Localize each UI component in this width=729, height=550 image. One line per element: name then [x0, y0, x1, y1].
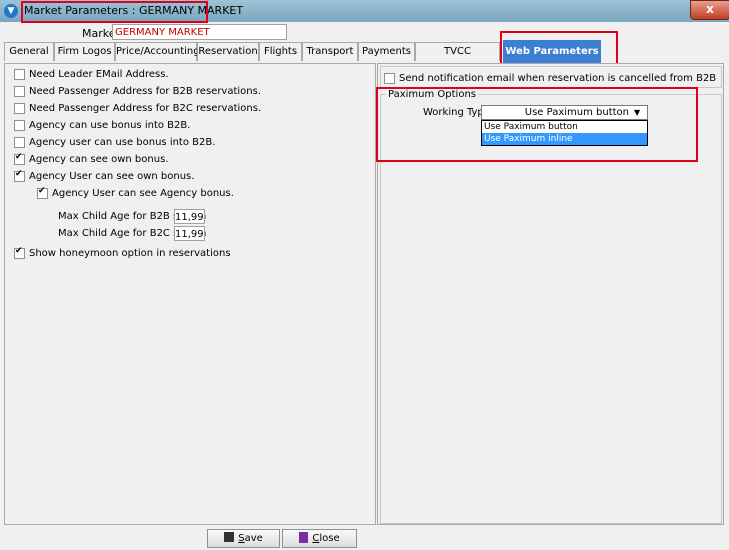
- close-label: lose: [319, 533, 340, 544]
- tab-strip: General Firm Logos Price/Accounting Rese…: [4, 40, 724, 75]
- option-notify-cancel-b2b[interactable]: Send notification email when reservation…: [384, 71, 716, 85]
- checkbox[interactable]: [14, 102, 25, 114]
- option-label: Agency user can use bonus into B2B.: [29, 136, 216, 148]
- checkbox[interactable]: [14, 136, 25, 148]
- close-door-icon: [299, 532, 309, 543]
- bottom-bar: [0, 528, 729, 550]
- dropdown-option-button[interactable]: Use Paximum button: [482, 121, 647, 133]
- option-agency-user-see-agency-bonus[interactable]: Agency User can see Agency bonus.: [37, 186, 234, 200]
- title-bar: ▼ Market Parameters : GERMANY MARKET x: [0, 0, 729, 22]
- option-label: Agency can see own bonus.: [29, 153, 169, 165]
- option-show-honeymoon[interactable]: Show honeymoon option in reservations: [14, 246, 231, 260]
- working-type-label: Working Type: [423, 107, 490, 118]
- checkbox[interactable]: [14, 119, 25, 131]
- max-child-age-b2c-input[interactable]: 11,99: [174, 226, 205, 241]
- window-title: Market Parameters : GERMANY MARKET: [24, 4, 244, 17]
- option-agency-see-own-bonus[interactable]: Agency can see own bonus.: [14, 152, 168, 166]
- checkbox[interactable]: [14, 68, 25, 80]
- app-icon: ▼: [4, 4, 18, 18]
- market-field[interactable]: GERMANY MARKET: [112, 24, 287, 40]
- save-icon: [224, 532, 235, 542]
- tab-price-accounting[interactable]: Price/Accounting: [115, 42, 200, 61]
- checkbox-checked[interactable]: [14, 246, 25, 259]
- option-need-leader-email[interactable]: Need Leader EMail Address.: [14, 67, 169, 81]
- working-type-dropdown-list: Use Paximum button Use Paximum inline: [481, 120, 648, 146]
- option-passenger-address-b2b[interactable]: Need Passenger Address for B2B reservati…: [14, 84, 261, 98]
- option-label: Agency can use bonus into B2B.: [29, 119, 191, 131]
- option-label: Agency User can see Agency bonus.: [52, 187, 234, 199]
- dropdown-option-inline[interactable]: Use Paximum inline: [482, 133, 647, 145]
- paximum-options-title: Paximum Options: [386, 89, 478, 100]
- option-agency-user-use-bonus[interactable]: Agency user can use bonus into B2B.: [14, 135, 215, 149]
- tab-reservation[interactable]: Reservation: [197, 42, 259, 61]
- option-passenger-address-b2c[interactable]: Need Passenger Address for B2C reservati…: [14, 101, 261, 115]
- save-button[interactable]: Save: [207, 529, 280, 548]
- tab-tvcc-parameters[interactable]: TVCC Parameters: [415, 42, 500, 75]
- window-close-button[interactable]: x: [690, 0, 729, 20]
- option-label: Agency User can see own bonus.: [29, 170, 195, 182]
- checkbox-checked[interactable]: [14, 152, 25, 165]
- checkbox[interactable]: [14, 85, 25, 97]
- checkbox[interactable]: [384, 72, 395, 84]
- close-button[interactable]: Close: [282, 529, 357, 548]
- left-panel: [4, 63, 376, 525]
- option-label: Show honeymoon option in reservations: [29, 247, 231, 259]
- checkbox-checked[interactable]: [14, 169, 25, 182]
- tab-transport[interactable]: Transport: [302, 42, 358, 61]
- tab-flights[interactable]: Flights: [259, 42, 302, 61]
- working-type-select[interactable]: Use Paximum button: [481, 105, 648, 120]
- tab-payments[interactable]: Payments: [358, 42, 415, 61]
- option-label: Need Leader EMail Address.: [29, 68, 169, 80]
- checkbox-checked[interactable]: [37, 186, 48, 199]
- option-agency-user-see-own-bonus[interactable]: Agency User can see own bonus.: [14, 169, 194, 183]
- max-child-age-b2b-input[interactable]: 11,99: [174, 209, 205, 224]
- option-label: Send notification email when reservation…: [399, 72, 717, 84]
- option-label: Need Passenger Address for B2C reservati…: [29, 102, 262, 114]
- dropdown-arrow-icon[interactable]: ▼: [634, 108, 640, 117]
- tab-firm-logos[interactable]: Firm Logos: [54, 42, 115, 61]
- option-agency-use-bonus[interactable]: Agency can use bonus into B2B.: [14, 118, 190, 132]
- close-icon: x: [706, 2, 714, 16]
- paximum-options-group: [380, 94, 722, 524]
- save-label: ave: [244, 533, 263, 544]
- option-label: Need Passenger Address for B2B reservati…: [29, 85, 262, 97]
- tab-general[interactable]: General: [4, 42, 54, 61]
- tab-web-parameters[interactable]: Web Parameters: [503, 40, 601, 63]
